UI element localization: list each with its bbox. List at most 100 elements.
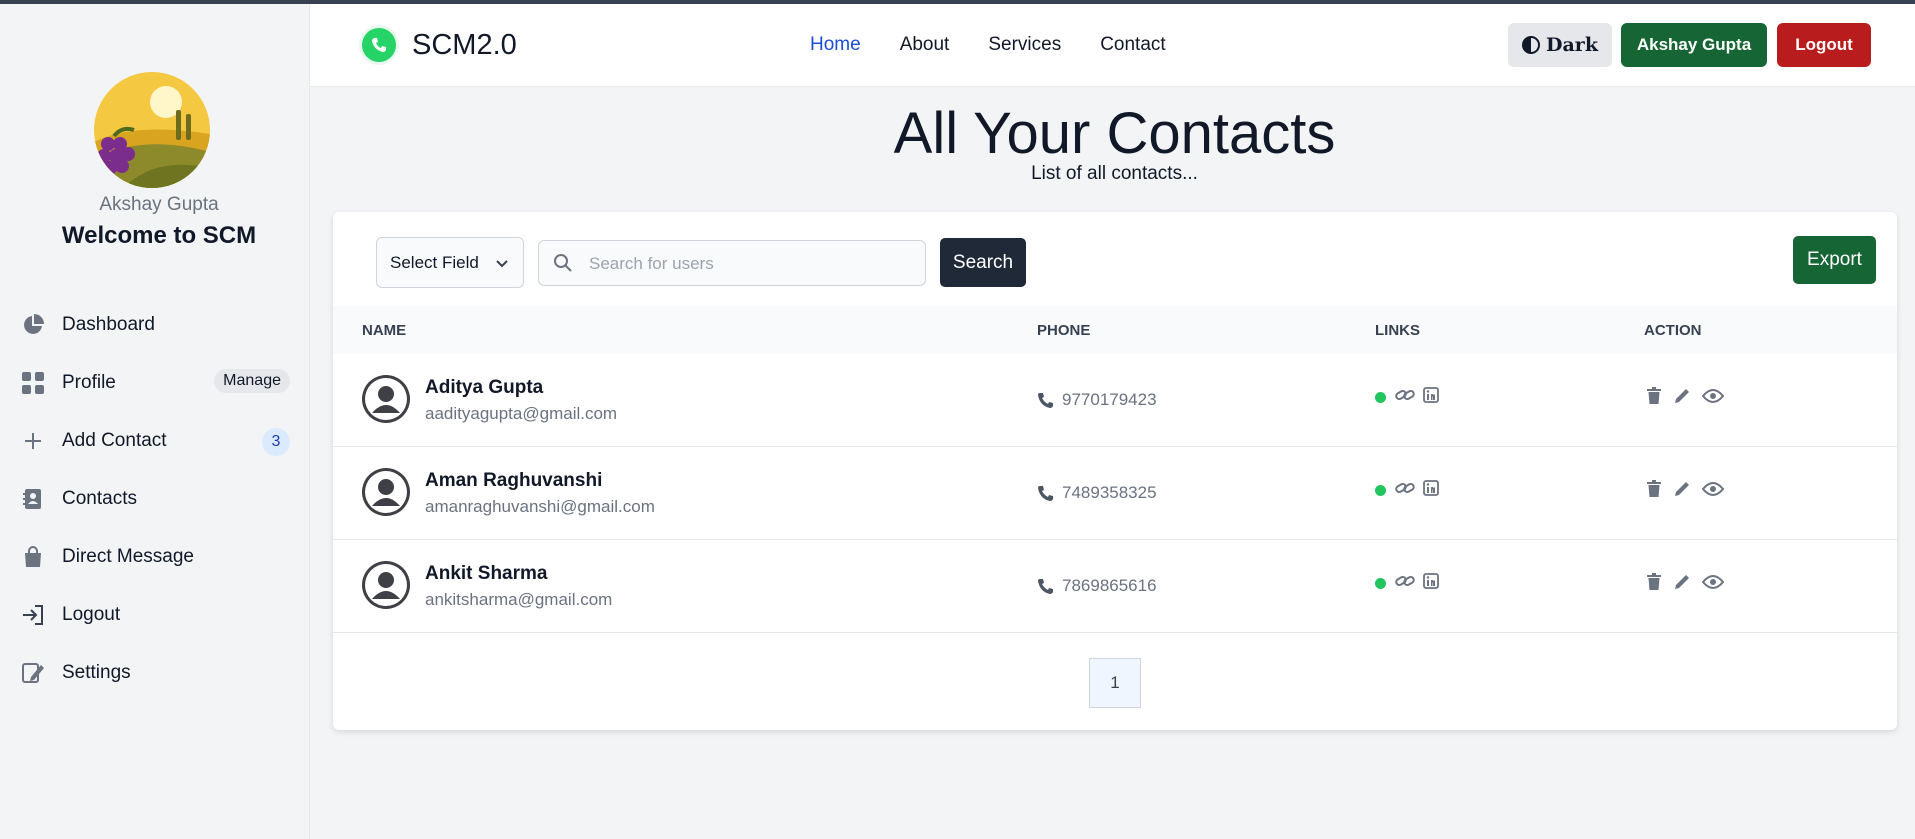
field-select[interactable]: Select Field (376, 237, 524, 288)
contact-phone-number: 9770179423 (1062, 390, 1157, 409)
column-header-phone: PHONE (1037, 322, 1091, 339)
contact-email: ankitsharma@gmail.com (425, 590, 613, 609)
sidebar-item-label: Add Contact (62, 430, 167, 451)
sidebar-item-dashboard[interactable]: Dashboard (20, 296, 290, 354)
nav-link-services[interactable]: Services (988, 34, 1061, 56)
trash-icon[interactable] (1646, 573, 1662, 591)
pencil-icon[interactable] (1673, 573, 1691, 591)
nav-link-home[interactable]: Home (810, 34, 861, 56)
sidebar-item-label: Profile (62, 372, 116, 393)
sidebar-item-profile[interactable]: Profile Manage (20, 354, 290, 412)
search-icon (553, 253, 573, 278)
column-header-name: NAME (362, 322, 407, 339)
trash-icon[interactable] (1646, 387, 1662, 405)
eye-icon[interactable] (1702, 388, 1724, 404)
pie-chart-icon (20, 312, 46, 338)
contact-phone-number: 7489358325 (1062, 483, 1157, 502)
address-book-icon (20, 486, 46, 512)
sidebar-item-direct-message[interactable]: Direct Message (20, 528, 290, 586)
sidebar-menu: Dashboard Profile Manage Add Contact 3 C… (20, 296, 290, 702)
half-circle-icon (1522, 36, 1541, 54)
link-icon[interactable] (1395, 573, 1415, 589)
contact-actions (1646, 480, 1735, 498)
sidebar-welcome: Welcome to SCM (61, 222, 257, 249)
nav-link-contact[interactable]: Contact (1100, 34, 1165, 56)
table-header: NAME PHONE LINKS ACTION (333, 306, 1897, 354)
page-title: All Your Contacts (893, 101, 1336, 166)
contact-email: aadityagupta@gmail.com (425, 404, 618, 423)
contact-links (1375, 387, 1447, 403)
table-row: Aditya Gupta aadityagupta@gmail.com 9770… (333, 354, 1897, 447)
contact-name[interactable]: Ankit Sharma (425, 563, 547, 585)
table-row: Ankit Sharma ankitsharma@gmail.com 78698… (333, 540, 1897, 633)
whatsapp-logo-icon (362, 28, 396, 62)
contact-avatar (362, 561, 410, 609)
trash-icon[interactable] (1646, 480, 1662, 498)
table-row: Aman Raghuvanshi amanraghuvanshi@gmail.c… (333, 447, 1897, 540)
link-icon[interactable] (1395, 480, 1415, 496)
column-header-links: LINKS (1375, 322, 1420, 339)
profile-avatar[interactable] (94, 72, 210, 188)
grid-icon (20, 370, 46, 396)
chevron-down-icon (495, 255, 509, 275)
search-field[interactable] (538, 240, 926, 286)
user-button[interactable]: Akshay Gupta (1621, 23, 1767, 67)
contact-avatar (362, 468, 410, 516)
phone-icon (1038, 485, 1053, 501)
sidebar-item-label: Logout (62, 604, 121, 625)
sidebar-item-label: Direct Message (62, 546, 194, 567)
page-subtitle: List of all contacts... (1031, 163, 1198, 184)
plus-icon (20, 428, 46, 454)
linkedin-icon[interactable] (1423, 480, 1439, 496)
export-button[interactable]: Export (1793, 236, 1876, 284)
nav-link-about[interactable]: About (900, 34, 950, 56)
sidebar-item-add-contact[interactable]: Add Contact 3 (20, 412, 290, 470)
sidebar-item-logout[interactable]: Logout (20, 586, 290, 644)
dark-mode-toggle[interactable]: Dark (1508, 23, 1612, 67)
shopping-bag-icon (20, 544, 46, 570)
contact-phone: 7869865616 (1037, 576, 1157, 596)
pencil-icon[interactable] (1673, 480, 1691, 498)
top-navbar: SCM2.0 Home About Services Contact Dark … (310, 4, 1915, 87)
contact-actions (1646, 387, 1735, 405)
sidebar: Akshay Gupta Welcome to SCM Dashboard Pr… (0, 4, 310, 839)
status-online-dot (1375, 577, 1386, 589)
brand-name: SCM2.0 (412, 28, 517, 61)
contact-links (1375, 573, 1447, 589)
sidebar-user-name: Akshay Gupta (99, 194, 219, 215)
brand[interactable]: SCM2.0 (362, 28, 517, 62)
sidebar-item-label: Contacts (62, 488, 137, 509)
contact-name[interactable]: Aman Raghuvanshi (425, 470, 602, 492)
contact-links (1375, 480, 1447, 496)
link-icon[interactable] (1395, 387, 1415, 403)
contact-phone-number: 7869865616 (1062, 576, 1157, 595)
search-input[interactable] (589, 250, 909, 278)
logout-button[interactable]: Logout (1777, 23, 1871, 67)
contact-phone: 9770179423 (1037, 390, 1157, 410)
dark-mode-label: Dark (1546, 34, 1598, 56)
status-online-dot (1375, 391, 1386, 403)
contacts-card: Select Field Search Export NAME PHONE LI… (333, 212, 1897, 730)
edit-icon (20, 660, 46, 686)
column-header-action: ACTION (1644, 322, 1702, 339)
eye-icon[interactable] (1702, 574, 1724, 590)
linkedin-icon[interactable] (1423, 573, 1439, 589)
pagination-page-button[interactable]: 1 (1089, 658, 1141, 708)
contact-actions (1646, 573, 1735, 591)
field-select-value: Select Field (390, 252, 479, 272)
eye-icon[interactable] (1702, 481, 1724, 497)
manage-badge[interactable]: Manage (214, 369, 290, 393)
sidebar-item-contacts[interactable]: Contacts (20, 470, 290, 528)
linkedin-icon[interactable] (1423, 387, 1439, 403)
contact-count-badge: 3 (262, 428, 290, 456)
contact-phone: 7489358325 (1037, 483, 1157, 503)
pencil-icon[interactable] (1673, 387, 1691, 405)
sidebar-item-label: Settings (62, 662, 131, 683)
search-button[interactable]: Search (940, 238, 1026, 287)
sidebar-item-label: Dashboard (62, 314, 155, 335)
contact-avatar (362, 375, 410, 423)
sign-in-icon (20, 602, 46, 628)
contact-name[interactable]: Aditya Gupta (425, 377, 543, 399)
phone-icon (1038, 392, 1053, 408)
sidebar-item-settings[interactable]: Settings (20, 644, 290, 702)
